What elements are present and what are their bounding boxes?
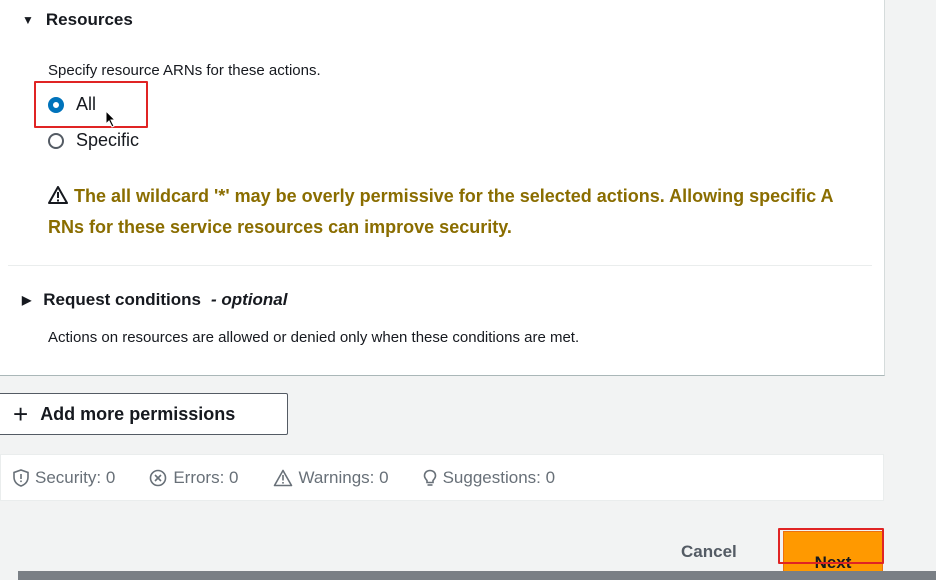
caret-down-icon: ▼ (22, 13, 34, 27)
request-conditions-description: Actions on resources are allowed or deni… (48, 329, 580, 346)
caret-right-icon: ▶ (22, 293, 32, 307)
suggestions-status[interactable]: Suggestions: 0 (423, 468, 555, 488)
highlight-box (34, 81, 148, 128)
warning-icon (48, 186, 68, 204)
wildcard-warning: The all wildcard '*' may be overly permi… (48, 181, 858, 243)
add-more-permissions-button[interactable]: + Add more permissions (0, 393, 288, 435)
bottom-bar (18, 571, 936, 580)
warnings-count: Warnings: 0 (298, 467, 389, 487)
resources-header: Resources (45, 10, 133, 29)
section-divider (8, 265, 872, 266)
next-highlight-box (778, 528, 884, 564)
warning-text: The all wildcard '*' may be overly permi… (48, 186, 833, 237)
optional-label: - optional (210, 290, 288, 309)
warnings-status[interactable]: Warnings: 0 (273, 468, 389, 488)
plus-icon: + (13, 399, 29, 429)
warning-outline-icon (273, 469, 292, 486)
request-conditions-header: Request conditions (43, 290, 201, 309)
validation-status-bar: Security: 0 Errors: 0 Warnings: 0 Sugges… (0, 454, 884, 501)
radio-specific-label: Specific (76, 130, 140, 150)
errors-status[interactable]: Errors: 0 (149, 467, 239, 488)
security-status[interactable]: Security: 0 (13, 468, 115, 488)
cancel-button[interactable]: Cancel (681, 542, 737, 562)
shield-icon (13, 468, 29, 487)
errors-count: Errors: 0 (173, 467, 239, 487)
security-count: Security: 0 (35, 467, 116, 487)
mouse-cursor-icon (105, 110, 117, 128)
resources-description: Specify resource ARNs for these actions. (48, 62, 321, 79)
suggestions-count: Suggestions: 0 (442, 467, 556, 487)
permissions-panel: ▼ Resources Specify resource ARNs for th… (0, 0, 885, 376)
radio-unselected-icon (48, 132, 64, 149)
resources-section-toggle[interactable]: ▼ Resources (22, 10, 133, 30)
request-conditions-toggle[interactable]: ▶ Request conditions - optional (22, 290, 287, 310)
error-icon (150, 469, 167, 486)
radio-specific[interactable]: Specific (48, 130, 139, 151)
add-more-permissions-label: Add more permissions (40, 403, 236, 424)
lightbulb-icon (423, 469, 436, 486)
